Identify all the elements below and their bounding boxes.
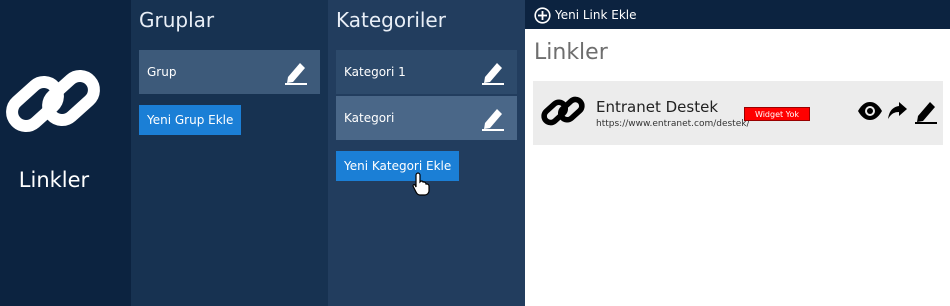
category-item-label: Kategori 1 [344, 65, 406, 79]
category-item[interactable]: Kategori [336, 96, 517, 140]
groups-panel: Gruplar Grup Yeni Grup Ekle [131, 0, 328, 306]
categories-panel: Kategoriler Kategori 1 Kategori Yeni Kat… [328, 0, 525, 306]
group-item-label: Grup [147, 65, 177, 79]
link-name: Entranet Destek [596, 98, 718, 116]
add-link-label: Yeni Link Ekle [555, 8, 637, 22]
links-topbar: Yeni Link Ekle [525, 0, 950, 29]
groups-title: Gruplar [139, 8, 215, 32]
link-url[interactable]: https://www.entranet.com/destek/ [596, 119, 750, 129]
add-category-button[interactable]: Yeni Kategori Ekle [336, 151, 460, 181]
add-group-button[interactable]: Yeni Grup Ekle [139, 105, 242, 135]
group-item[interactable]: Grup [139, 50, 320, 94]
hand-cursor-icon [412, 172, 430, 196]
brand-title: Linkler [18, 168, 90, 192]
pencil-icon[interactable] [481, 105, 505, 131]
category-item[interactable]: Kategori 1 [336, 50, 517, 94]
link-item[interactable]: Entranet Destek https://www.entranet.com… [533, 81, 943, 145]
pencil-icon[interactable] [914, 98, 938, 124]
share-icon[interactable] [886, 98, 908, 124]
categories-title: Kategoriler [336, 8, 446, 32]
eye-icon[interactable] [857, 98, 883, 124]
plus-circle-icon [534, 6, 551, 24]
widget-status-badge: Widget Yok [744, 107, 810, 121]
pencil-icon[interactable] [481, 59, 505, 85]
brand-panel: Linkler [0, 0, 131, 306]
pencil-icon[interactable] [284, 59, 308, 85]
links-title: Linkler [534, 40, 608, 65]
links-panel: Yeni Link Ekle Linkler Entranet Destek h… [525, 0, 950, 306]
chain-link-icon [6, 69, 100, 133]
category-item-label: Kategori [344, 111, 395, 125]
chain-link-icon [541, 96, 585, 126]
add-link-button[interactable]: Yeni Link Ekle [534, 5, 637, 25]
